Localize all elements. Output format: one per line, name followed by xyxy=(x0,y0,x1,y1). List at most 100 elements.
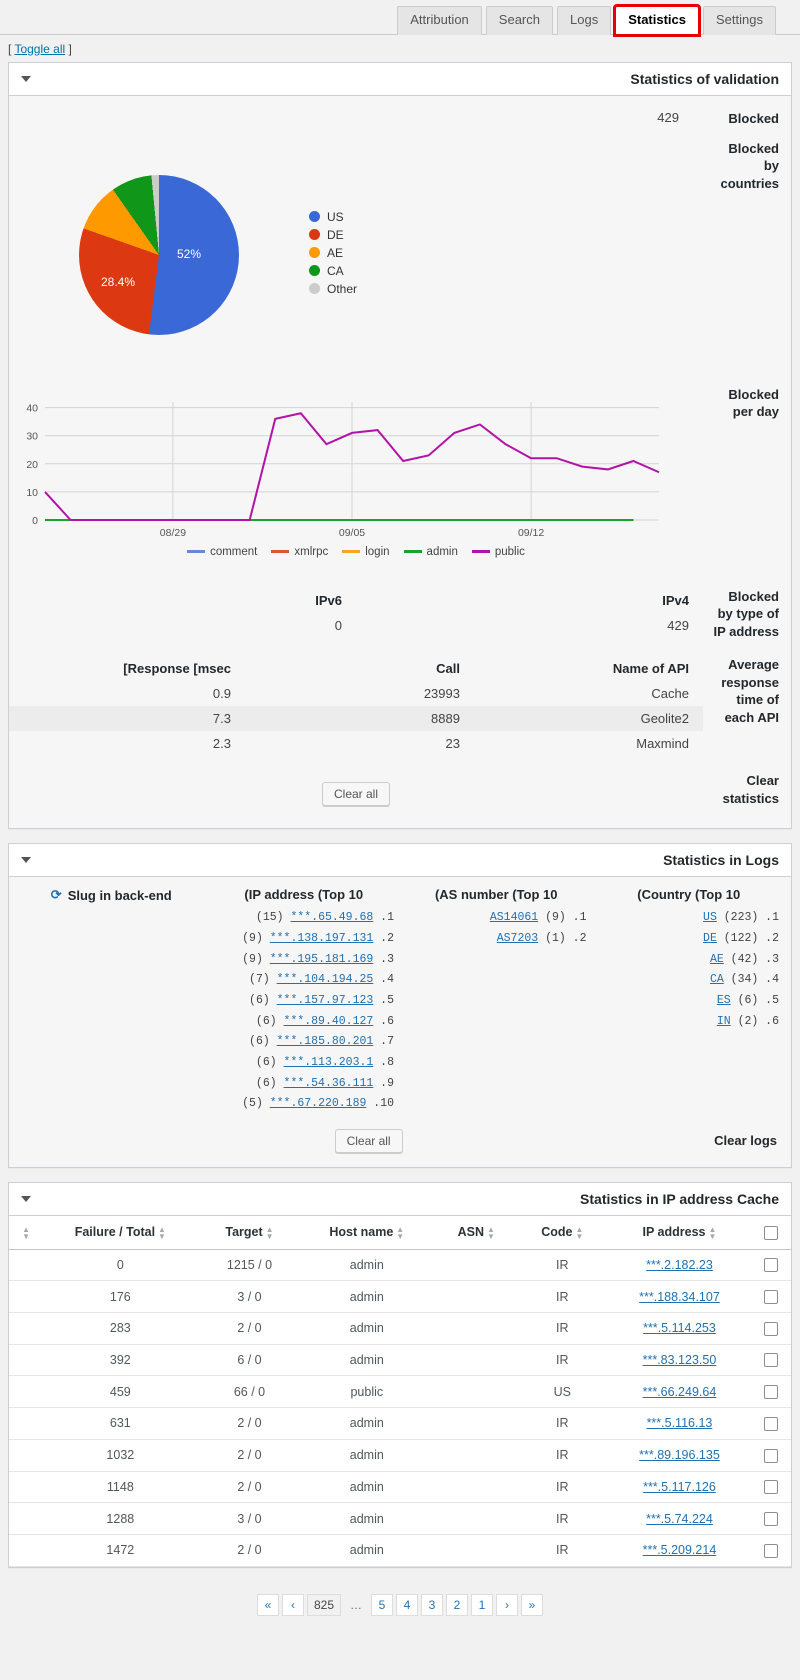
line-legend-item-comment[interactable]: comment xyxy=(187,546,257,558)
pagination-prev[interactable]: ‹ xyxy=(281,1593,304,1616)
sort-icon[interactable]: ▲ ▼ xyxy=(709,1225,717,1240)
tab-search[interactable]: Search xyxy=(485,6,553,35)
cache-header-failure[interactable]: Failure / Total ▲ ▼ xyxy=(40,1215,201,1250)
cache-ip-link[interactable]: ***.5.116.13 xyxy=(647,1416,713,1430)
cache-ip-link[interactable]: ***.2.182.23 xyxy=(646,1258,713,1272)
row-checkbox[interactable] xyxy=(764,1258,779,1273)
entry-link[interactable]: 67.220.189.*** xyxy=(270,1097,367,1110)
row-checkbox[interactable] xyxy=(764,1416,779,1431)
pagination-page-3[interactable]: 3 xyxy=(421,1593,444,1616)
tab-bar: Attribution Search Logs Statistics Setti… xyxy=(0,0,800,37)
cache-ip-link[interactable]: ***.5.117.126 xyxy=(643,1480,716,1494)
tab-settings[interactable]: Settings xyxy=(703,6,776,35)
cache-ip-link[interactable]: ***.5.114.253 xyxy=(643,1321,716,1335)
entry-link[interactable]: DE xyxy=(703,932,717,945)
sort-icon[interactable]: ▲ ▼ xyxy=(575,1225,583,1240)
pagination-next[interactable]: › xyxy=(496,1593,519,1616)
cache-ip-link[interactable]: ***.5.74.224 xyxy=(646,1512,713,1526)
row-checkbox[interactable] xyxy=(764,1480,779,1495)
cache-header-asn[interactable]: ASN ▲ ▼ xyxy=(435,1215,518,1250)
pagination-page-5[interactable]: 5 xyxy=(371,1593,394,1616)
entry-link[interactable]: 89.40.127.*** xyxy=(284,1015,374,1028)
row-checkbox[interactable] xyxy=(764,1543,779,1558)
cache-ip-link[interactable]: ***.5.209.214 xyxy=(643,1543,717,1557)
chevron-down-icon[interactable] xyxy=(21,1195,31,1202)
cache-ip-link[interactable]: ***.66.249.64 xyxy=(643,1385,717,1399)
entry-link[interactable]: 157.97.123.*** xyxy=(277,994,374,1007)
entry-link[interactable]: ES xyxy=(717,994,731,1007)
tab-attribution[interactable]: Attribution xyxy=(397,6,482,35)
pagination-first[interactable]: « xyxy=(256,1593,279,1616)
row-checkbox[interactable] xyxy=(764,1511,779,1526)
clear-logs-label: Clear logs xyxy=(714,1133,777,1149)
entry-link[interactable]: US xyxy=(703,911,717,924)
line-legend-item-xmlrpc[interactable]: xmlrpc xyxy=(271,546,328,558)
entry-link[interactable]: 185.80.201.*** xyxy=(277,1035,374,1048)
tab-logs[interactable]: Logs xyxy=(557,6,612,35)
chevron-down-icon[interactable] xyxy=(21,76,31,82)
sort-icon[interactable]: ▲ ▼ xyxy=(266,1225,274,1240)
cache-header-ip[interactable]: IP address ▲ ▼ xyxy=(607,1215,752,1250)
legend-item-ca[interactable]: CA xyxy=(309,264,357,278)
entry-link[interactable]: AS14061 xyxy=(490,911,538,924)
sort-icon[interactable]: ▲ ▼ xyxy=(22,1225,30,1240)
pagination-last[interactable]: » xyxy=(521,1593,544,1616)
cache-cell-checkbox[interactable] xyxy=(751,1280,791,1314)
refresh-icon[interactable]: ⟳ xyxy=(51,887,62,903)
entry-link[interactable]: 113.203.1.*** xyxy=(284,1056,374,1069)
cache-cell-checkbox[interactable] xyxy=(751,1312,791,1345)
entry-link[interactable]: 138.197.131.*** xyxy=(270,932,374,945)
row-checkbox[interactable] xyxy=(764,1385,779,1400)
select-all-checkbox[interactable] xyxy=(764,1225,779,1240)
row-checkbox[interactable] xyxy=(764,1448,779,1463)
pagination-page-4[interactable]: 4 xyxy=(396,1593,419,1616)
pagination-total[interactable]: 825 xyxy=(306,1593,342,1616)
cache-header-code[interactable]: Code ▲ ▼ xyxy=(517,1215,608,1250)
cache-cell-checkbox[interactable] xyxy=(751,1471,791,1504)
entry-link[interactable]: CA xyxy=(710,973,724,986)
pagination-page-2[interactable]: 2 xyxy=(446,1593,469,1616)
sort-icon[interactable]: ▲ ▼ xyxy=(487,1225,495,1240)
cache-header-select-all-sort[interactable]: ▲ ▼ xyxy=(9,1215,41,1250)
pie-chart[interactable]: 52% 28.4% xyxy=(79,174,239,335)
line-legend-item-login[interactable]: login xyxy=(342,546,390,558)
cache-cell-checkbox[interactable] xyxy=(751,1344,791,1377)
cache-cell-checkbox[interactable] xyxy=(751,1502,791,1535)
row-checkbox[interactable] xyxy=(764,1290,779,1305)
entry-link[interactable]: AS7203 xyxy=(497,932,538,945)
legend-item-ae[interactable]: AE xyxy=(309,246,357,260)
cache-cell-checkbox[interactable] xyxy=(751,1375,791,1409)
line-chart[interactable]: 0 10 20 30 40 08/29 09/05 09/12 xyxy=(9,392,669,542)
cache-header-hostname[interactable]: Host name ▲ ▼ xyxy=(298,1215,436,1250)
clear-all-statistics-button[interactable]: Clear all xyxy=(321,782,390,807)
pagination-page-1[interactable]: 1 xyxy=(471,1593,494,1616)
cache-header-checkbox[interactable] xyxy=(751,1215,791,1250)
line-legend-item-admin[interactable]: admin xyxy=(403,546,458,558)
legend-item-other[interactable]: Other xyxy=(309,282,357,296)
entry-link[interactable]: AE xyxy=(710,953,724,966)
entry-link[interactable]: 104.194.25.*** xyxy=(277,973,374,986)
entry-link[interactable]: IN xyxy=(717,1015,731,1028)
toggle-all-link[interactable]: Toggle all xyxy=(14,42,65,56)
legend-item-us[interactable]: US xyxy=(309,210,357,224)
cache-cell-checkbox[interactable] xyxy=(751,1439,791,1472)
cache-cell-checkbox[interactable] xyxy=(751,1249,791,1282)
row-checkbox[interactable] xyxy=(764,1353,779,1368)
row-checkbox[interactable] xyxy=(764,1321,779,1336)
sort-icon[interactable]: ▲ ▼ xyxy=(158,1225,166,1240)
cache-ip-link[interactable]: ***.89.196.135 xyxy=(639,1448,720,1462)
clear-all-logs-button[interactable]: Clear all xyxy=(334,1128,403,1153)
entry-link[interactable]: 195.181.169.*** xyxy=(270,953,374,966)
legend-item-de[interactable]: DE xyxy=(309,228,357,242)
chevron-down-icon[interactable] xyxy=(21,857,31,864)
entry-link[interactable]: 54.36.111.*** xyxy=(284,1077,374,1090)
entry-link[interactable]: 65.49.68.*** xyxy=(290,911,373,924)
sort-icon[interactable]: ▲ ▼ xyxy=(396,1225,404,1240)
line-legend-item-public[interactable]: public xyxy=(471,546,525,558)
cache-cell-checkbox[interactable] xyxy=(751,1534,791,1567)
cache-ip-link[interactable]: ***.188.34.107 xyxy=(639,1290,720,1304)
tab-statistics[interactable]: Statistics xyxy=(613,4,702,37)
cache-ip-link[interactable]: ***.83.123.50 xyxy=(643,1353,717,1367)
cache-header-target[interactable]: Target ▲ ▼ xyxy=(200,1215,299,1250)
cache-cell-checkbox[interactable] xyxy=(751,1407,791,1440)
